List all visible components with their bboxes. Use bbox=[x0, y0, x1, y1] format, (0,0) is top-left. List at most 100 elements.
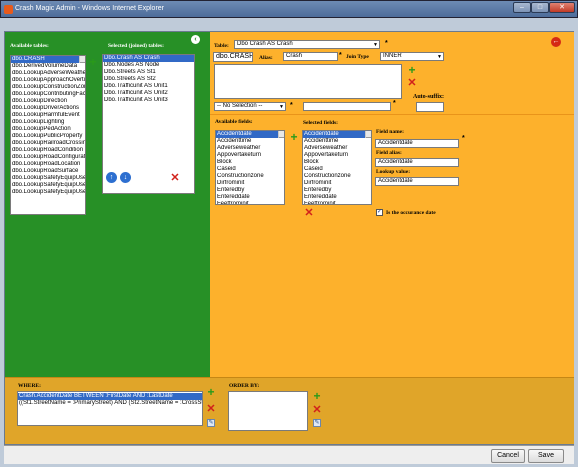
list-item[interactable]: Dbo.Crash AS Crash bbox=[103, 55, 194, 62]
add-where-icon[interactable]: + bbox=[205, 386, 217, 399]
remove-field-icon[interactable]: ✕ bbox=[303, 208, 315, 220]
list-item[interactable]: Feetfrominit bbox=[303, 201, 371, 204]
list-item[interactable]: dbo.LookupLighting bbox=[11, 119, 85, 126]
list-item[interactable]: dbo.LookupConstructionZor bbox=[11, 84, 85, 91]
list-item[interactable]: Accidentdate bbox=[303, 131, 371, 138]
list-item[interactable]: dbo.CRASH bbox=[11, 56, 85, 63]
lookup-select[interactable]: -- No Selection -- ▼ bbox=[214, 102, 286, 111]
list-item[interactable]: Dbo.Trafficunit AS Unit1 bbox=[103, 83, 194, 90]
list-item[interactable]: Appovertaketurn bbox=[303, 152, 371, 159]
list-item[interactable]: dbo.LookupHarmfulEvent bbox=[11, 112, 85, 119]
table-select-value: Dbo Crash AS Crash bbox=[237, 41, 293, 47]
table-name-field[interactable]: dbo.CRASH bbox=[213, 52, 253, 62]
list-item[interactable]: Caseid bbox=[216, 166, 284, 173]
list-item[interactable]: dbo.LookupContributingFact bbox=[11, 91, 85, 98]
lookup-value-input[interactable]: Accidentdate bbox=[375, 177, 459, 186]
list-item[interactable]: dbo.LookupRoadSurface bbox=[11, 168, 85, 175]
edit-where-icon[interactable]: ✎ bbox=[207, 419, 215, 427]
list-item[interactable]: Enteredby bbox=[303, 187, 371, 194]
remove-table-icon[interactable]: ✕ bbox=[169, 173, 181, 185]
list-item[interactable]: Dbo.Trafficunit AS Unit3 bbox=[103, 97, 194, 104]
list-item[interactable]: Accidenttime bbox=[303, 138, 371, 145]
list-item[interactable]: dbo.LookupSafetyEquipUse bbox=[11, 182, 85, 189]
close-window-button[interactable]: ✕ bbox=[549, 2, 575, 13]
field-name-input[interactable]: Accidentdate bbox=[375, 139, 459, 148]
list-item[interactable]: Dirfrominit bbox=[303, 180, 371, 187]
minimize-button[interactable]: – bbox=[513, 2, 531, 13]
occurance-checkbox[interactable]: ✓ bbox=[376, 209, 383, 216]
where-line[interactable]: Crash.AccidentDate BETWEEN :FirstDate AN… bbox=[18, 393, 202, 400]
list-item[interactable]: Appovertaketurn bbox=[216, 152, 284, 159]
chevron-down-icon: ▼ bbox=[279, 104, 284, 110]
add-join-icon[interactable]: + bbox=[406, 64, 418, 77]
list-item[interactable]: Entereddate bbox=[216, 194, 284, 201]
list-item[interactable]: Block bbox=[216, 159, 284, 166]
scrollbar[interactable] bbox=[79, 56, 85, 63]
list-item[interactable]: Feetfrominit bbox=[216, 201, 284, 204]
remove-where-icon[interactable]: ✕ bbox=[205, 404, 217, 416]
back-icon[interactable]: ← bbox=[551, 37, 561, 47]
list-item[interactable]: Dbo.Nodes AS Node bbox=[103, 62, 194, 69]
available-fields-list[interactable]: Accidentdate Accidenttime Adverseweather Ap… bbox=[215, 130, 285, 205]
list-item[interactable]: Enteredby bbox=[216, 187, 284, 194]
list-item[interactable]: dbo.LookupSafetyEquipUse bbox=[11, 175, 85, 182]
move-up-icon[interactable]: ↑ bbox=[106, 172, 117, 183]
field-alias-input[interactable]: Accidentdate bbox=[375, 158, 459, 167]
join-condition-textarea[interactable] bbox=[214, 64, 402, 99]
list-item[interactable]: dbo.LookupAdverseWeathe bbox=[11, 70, 85, 77]
remove-order-icon[interactable]: ✕ bbox=[311, 405, 323, 417]
move-down-icon[interactable]: ↓ bbox=[120, 172, 131, 183]
add-field-icon[interactable]: + bbox=[288, 131, 300, 144]
list-item[interactable]: Dirfrominit bbox=[216, 180, 284, 187]
divider bbox=[210, 114, 574, 115]
scrollbar[interactable] bbox=[365, 131, 371, 138]
list-item[interactable]: Adverseweather bbox=[216, 145, 284, 152]
list-item[interactable]: dbo.LookupApproachOvertu bbox=[11, 77, 85, 84]
app-icon bbox=[4, 5, 13, 14]
list-item[interactable]: Block bbox=[303, 159, 371, 166]
add-order-icon[interactable]: + bbox=[311, 390, 323, 403]
remove-join-icon[interactable]: ✕ bbox=[406, 78, 418, 90]
list-item[interactable]: Accidentdate bbox=[216, 131, 284, 138]
maximize-button[interactable]: □ bbox=[531, 2, 549, 13]
list-item[interactable]: Entereddate bbox=[303, 194, 371, 201]
selected-fields-list[interactable]: Accidentdate Accidenttime Adverseweather Ap… bbox=[302, 130, 372, 205]
list-item[interactable]: dbo.LookupRailroadCrossing bbox=[11, 140, 85, 147]
save-button[interactable]: Save bbox=[528, 449, 564, 463]
list-item[interactable]: dbo.LookupPedAction bbox=[11, 126, 85, 133]
list-item[interactable]: Dbo.Streets AS St2 bbox=[103, 76, 194, 83]
auto-suffix-field[interactable] bbox=[416, 102, 444, 112]
list-item[interactable]: Dbo.Streets AS St1 bbox=[103, 69, 194, 76]
window-titlebar: Crash Magic Admin - Windows Internet Exp… bbox=[0, 0, 578, 18]
list-item[interactable]: dbo.LookupRoadConfiguration bbox=[11, 154, 85, 161]
list-item[interactable]: Dbo.Trafficunit AS Unit2 bbox=[103, 90, 194, 97]
cancel-button[interactable]: Cancel bbox=[491, 449, 525, 463]
list-item[interactable]: Adverseweather bbox=[303, 145, 371, 152]
list-item[interactable]: dbo.LookupDirection bbox=[11, 98, 85, 105]
selected-tables-list[interactable]: Dbo.Crash AS Crash Dbo.Nodes AS Node Dbo.S… bbox=[102, 54, 195, 194]
where-line[interactable]: ((St1.StreetName = :PrimaryStreet) AND (… bbox=[18, 400, 202, 407]
table-select[interactable]: Dbo Crash AS Crash ▼ bbox=[234, 40, 380, 49]
edit-order-icon[interactable]: ✎ bbox=[313, 419, 321, 427]
available-tables-list[interactable]: dbo.CRASH dbo.DerivedVolumeData dbo.Lookup… bbox=[10, 55, 86, 215]
list-item[interactable]: dbo.LookupPublicProperty bbox=[11, 133, 85, 140]
list-item[interactable]: dbo.LookupRoadLocation bbox=[11, 161, 85, 168]
list-item[interactable]: dbo.LookupDriverActions bbox=[11, 105, 85, 112]
list-item[interactable]: Constructionzone bbox=[303, 173, 371, 180]
join-type-select[interactable]: INNER ▼ bbox=[380, 52, 444, 61]
add-table-icon[interactable]: + bbox=[87, 56, 99, 69]
list-item[interactable]: Constructionzone bbox=[216, 173, 284, 180]
where-list[interactable]: Crash.AccidentDate BETWEEN :FirstDate AN… bbox=[17, 391, 203, 426]
scrollbar[interactable] bbox=[278, 131, 284, 138]
collapse-icon[interactable]: ‹ bbox=[191, 35, 200, 44]
alias-field[interactable]: Crash bbox=[283, 52, 338, 61]
order-by-list[interactable] bbox=[228, 391, 308, 431]
footer-bar: Cancel Save bbox=[4, 445, 574, 464]
list-item[interactable]: dbo.LookupSafetyEquipUse bbox=[11, 189, 85, 196]
list-item[interactable]: dbo.DerivedVolumeData bbox=[11, 63, 85, 70]
list-item[interactable]: dbo.LookupRoadCondition bbox=[11, 147, 85, 154]
lookup-field[interactable] bbox=[303, 102, 391, 111]
list-item[interactable]: Caseid bbox=[303, 166, 371, 173]
available-tables-label: Available tables: bbox=[10, 43, 49, 49]
list-item[interactable]: Accidenttime bbox=[216, 138, 284, 145]
